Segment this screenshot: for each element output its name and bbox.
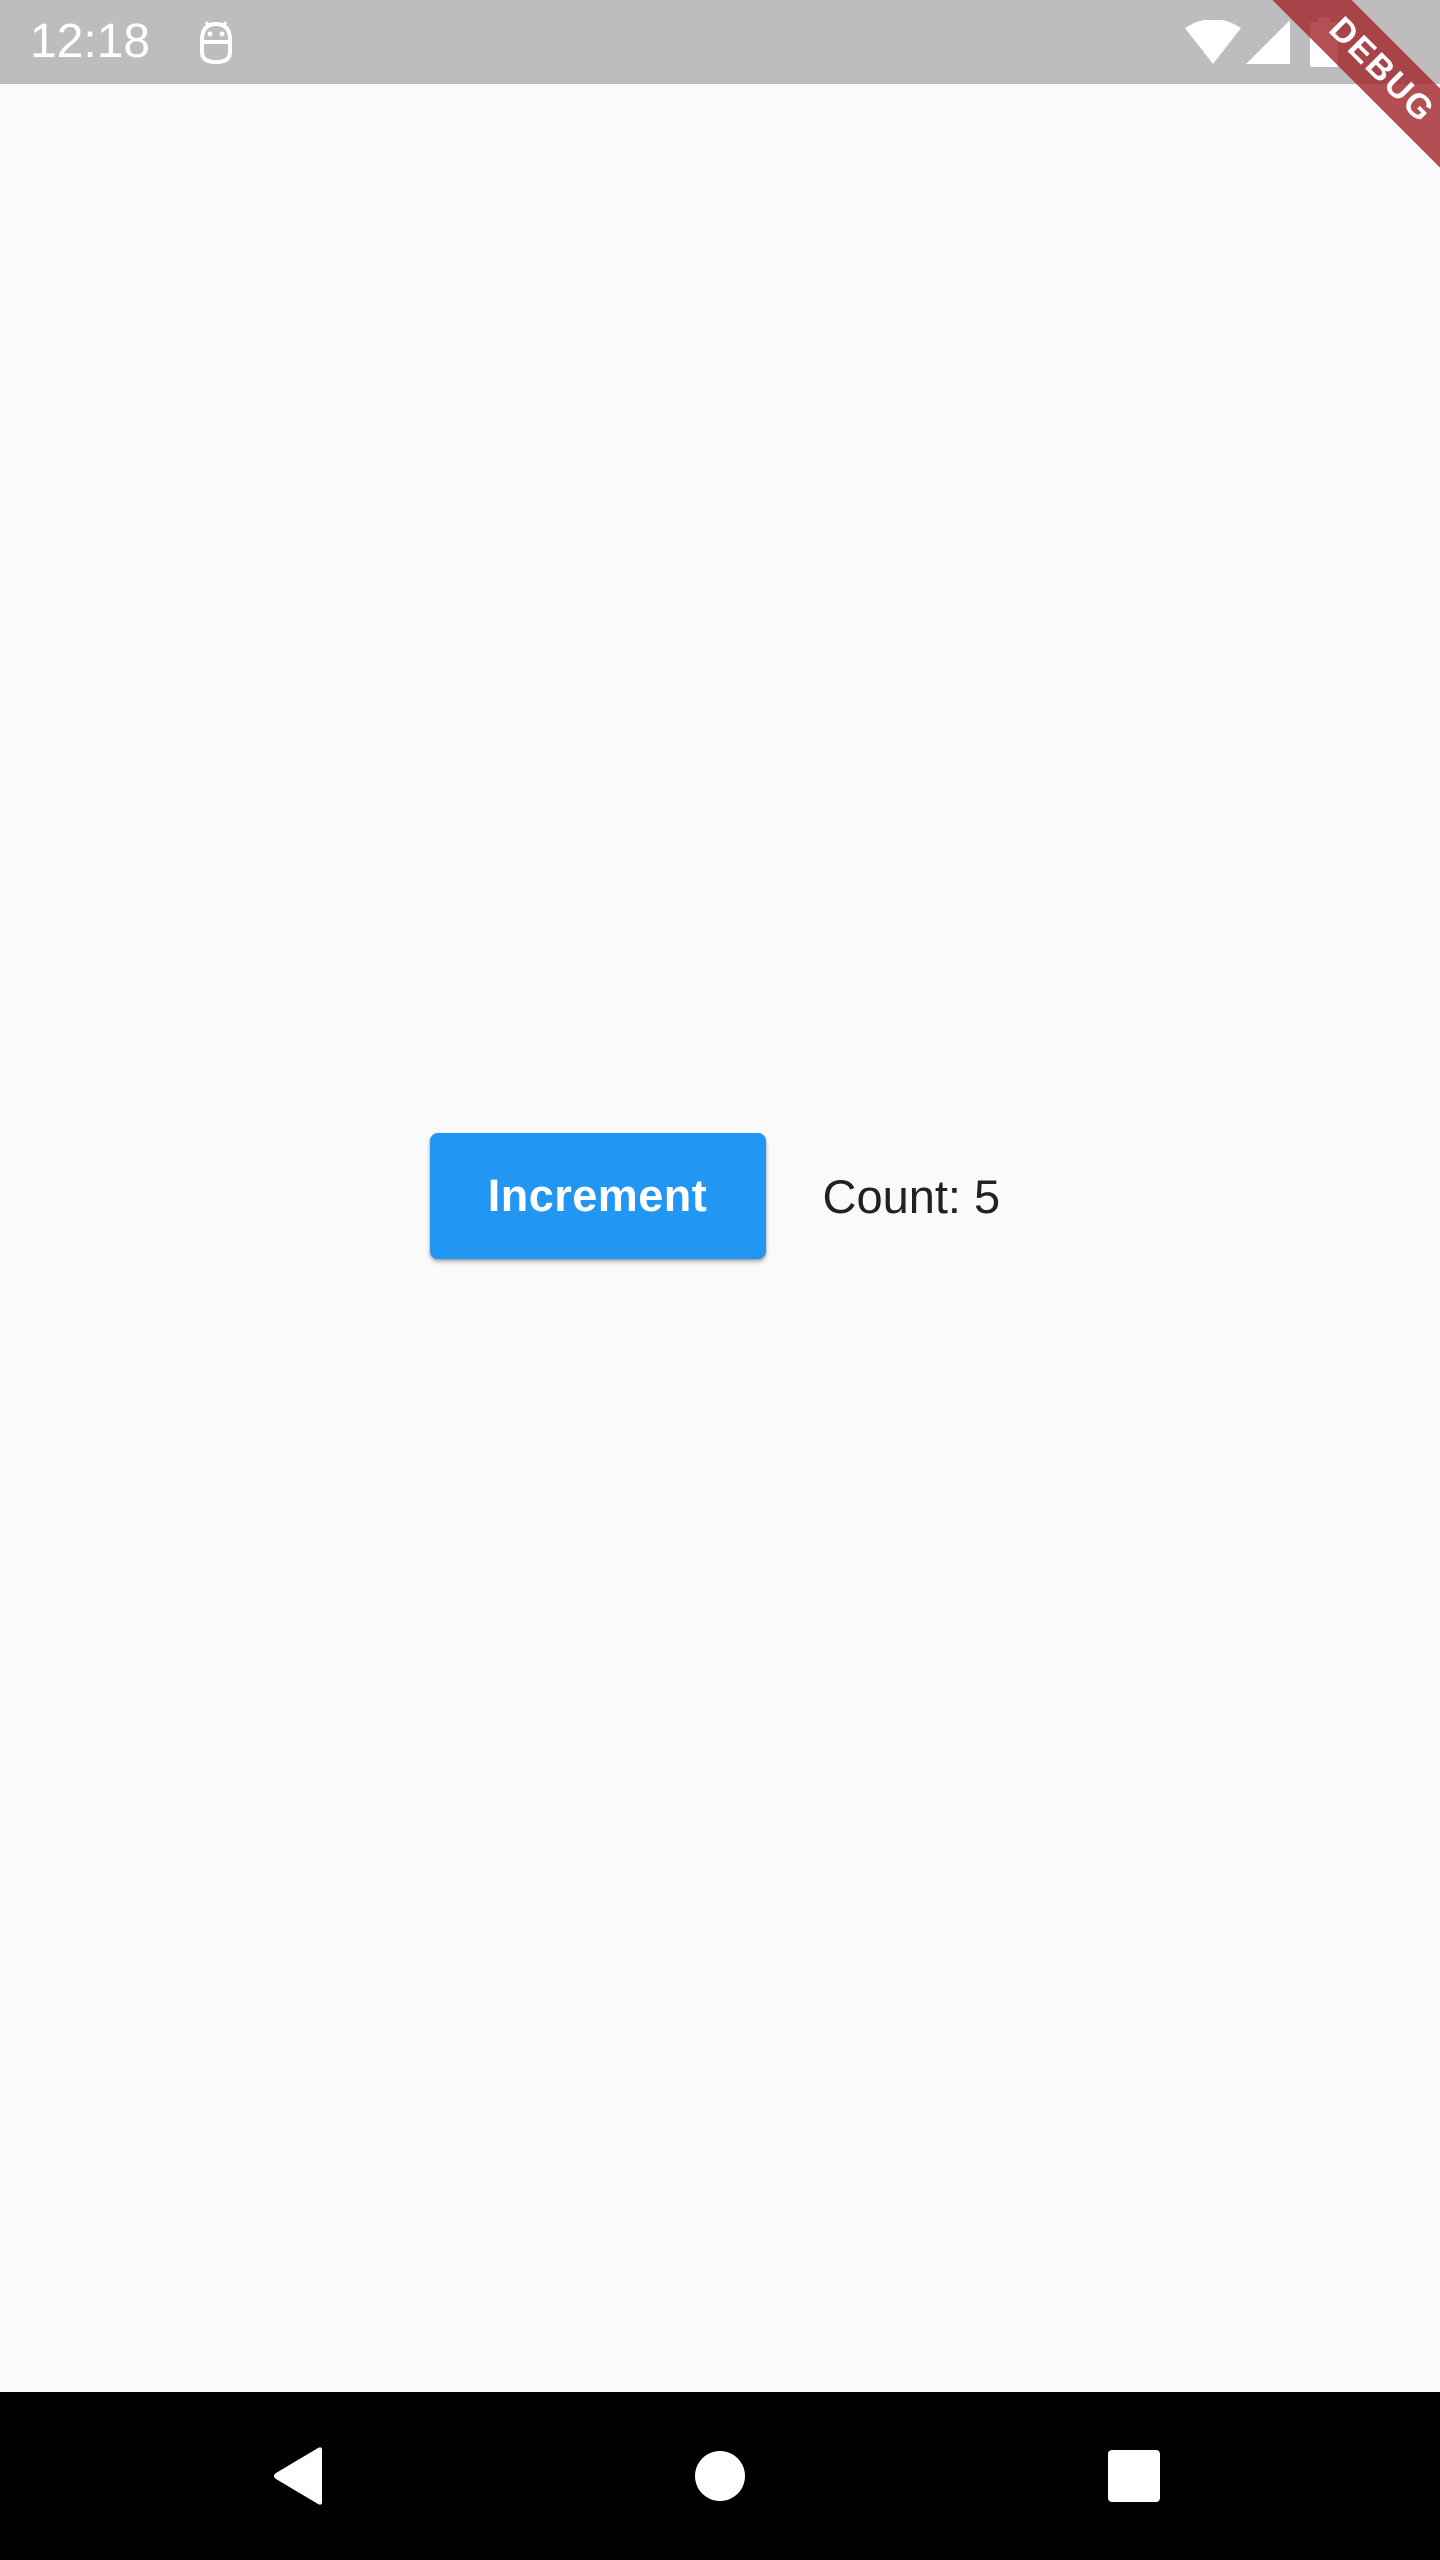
android-debug-icon — [200, 21, 232, 65]
cellular-signal-icon — [1246, 20, 1290, 64]
wifi-icon — [1185, 20, 1241, 64]
back-button[interactable] — [240, 2416, 360, 2536]
app-screen: 12:18 DEBUG Increment Count: 5 — [0, 0, 1440, 2560]
home-icon — [695, 2451, 745, 2501]
increment-button[interactable]: Increment — [429, 1133, 766, 1259]
status-bar: 12:18 — [0, 0, 1440, 84]
counter-row: Increment Count: 5 — [0, 1133, 1440, 1259]
recents-icon — [1108, 2450, 1160, 2502]
battery-icon — [1310, 17, 1338, 67]
home-button[interactable] — [660, 2416, 780, 2536]
status-time: 12:18 — [30, 15, 151, 68]
back-icon — [274, 2447, 322, 2505]
count-label: Count: 5 — [822, 1169, 1001, 1223]
recents-button[interactable] — [1074, 2416, 1194, 2536]
navigation-bar — [0, 2392, 1440, 2560]
